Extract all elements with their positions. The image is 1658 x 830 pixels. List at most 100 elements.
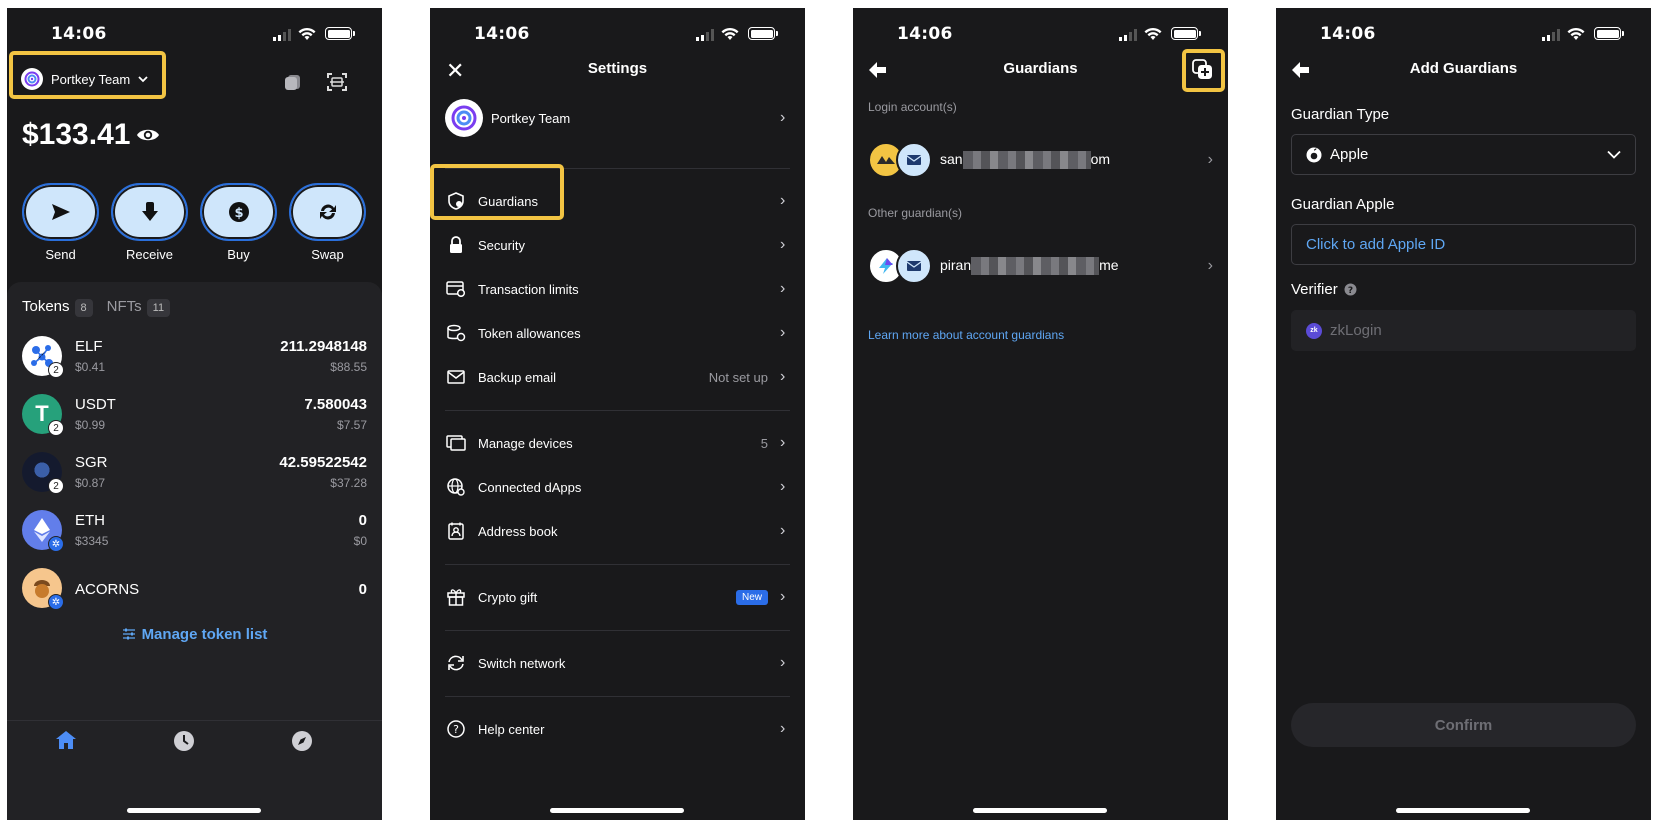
history-icon[interactable] [173, 730, 195, 752]
tab-nfts[interactable]: NFTs 11 [107, 298, 171, 317]
settings-item-label: Token allowances [478, 325, 581, 341]
settings-item-guardians[interactable]: Guardians › [445, 179, 790, 223]
settings-item-switch-network[interactable]: Switch network › [445, 641, 790, 685]
settings-item-address-book[interactable]: Address book › [445, 509, 790, 553]
svg-text:?: ? [1348, 286, 1353, 296]
buy-button[interactable]: $ Buy [200, 183, 277, 262]
chevron-right-icon: › [780, 109, 786, 126]
chain-badge: ✲ [48, 594, 64, 610]
settings-item-token-allowances[interactable]: Token allowances › [445, 311, 790, 355]
settings-item-transaction-limits[interactable]: Transaction limits › [445, 267, 790, 311]
settings-item-manage-devices[interactable]: Manage devices 5 › [445, 421, 790, 465]
guardian-type-select[interactable]: Apple [1291, 134, 1636, 175]
tokens-count-badge: 8 [74, 299, 93, 317]
copy-wallet-icon[interactable] [283, 72, 303, 92]
chevron-right-icon: › [780, 280, 786, 297]
other-guardians-header: Other guardian(s) [868, 206, 963, 220]
settings-item-security[interactable]: Security › [445, 223, 790, 267]
apple-icon [1306, 147, 1322, 162]
account-selector[interactable]: Portkey Team [21, 68, 148, 90]
zklogin-icon: zk [1306, 322, 1322, 339]
eye-icon[interactable] [136, 127, 160, 143]
token-row-elf[interactable]: 2 ELF $0.41 211.2948148 $88.55 [22, 330, 367, 390]
battery-icon [748, 27, 778, 40]
mail-icon [896, 142, 932, 178]
tab-tokens[interactable]: Tokens 8 [22, 298, 93, 317]
refresh-arrows-icon [445, 654, 467, 672]
nfts-count-badge: 11 [146, 299, 171, 317]
token-amount: 42.59522542 [279, 454, 367, 471]
devices-count: 5 [760, 435, 768, 451]
profile-row[interactable]: Portkey Team › [445, 94, 790, 142]
divider [445, 696, 790, 697]
card-settings-icon [445, 281, 467, 297]
chain-badge: ✲ [48, 536, 64, 552]
shield-icon [445, 192, 467, 210]
contact-book-icon [445, 522, 467, 540]
status-time: 14:06 [51, 24, 107, 44]
token-price: $0.41 [75, 360, 106, 374]
chevron-down-icon [138, 76, 148, 83]
chevron-right-icon: › [780, 478, 786, 495]
swap-icon [319, 204, 336, 220]
token-row-sgr[interactable]: 2 SGR $0.87 42.59522542 $37.28 [22, 446, 367, 506]
login-accounts-header: Login account(s) [868, 100, 957, 114]
verifier-value: zkLogin [1330, 322, 1382, 339]
battery-icon [1594, 27, 1624, 40]
token-price: $3345 [75, 534, 109, 548]
settings-item-label: Guardians [478, 193, 538, 209]
token-row-usdt[interactable]: T 2 USDT $0.99 7.580043 $7.57 [22, 388, 367, 448]
wifi-icon [1144, 27, 1162, 40]
confirm-button[interactable]: Confirm [1291, 703, 1636, 747]
token-row-acorns[interactable]: ✲ ACORNS 0 [22, 562, 367, 622]
buy-label: Buy [227, 247, 250, 262]
settings-item-connected-dapps[interactable]: Connected dApps › [445, 465, 790, 509]
sliders-icon [122, 628, 135, 640]
total-balance: $133.41 [22, 118, 160, 152]
settings-item-crypto-gift[interactable]: Crypto gift New › [445, 575, 790, 619]
learn-more-link[interactable]: Learn more about account guardians [868, 328, 1064, 342]
help-circle-icon: ? [445, 720, 467, 738]
add-guardian-icon[interactable] [1192, 59, 1214, 81]
tab-bar-divider [7, 720, 382, 721]
guardian-row-login[interactable]: san om › [868, 139, 1213, 181]
chevron-right-icon: › [1207, 151, 1213, 168]
help-circle-icon[interactable]: ? [1344, 283, 1357, 296]
verifier-label-row: Verifier ? [1291, 281, 1357, 298]
gift-icon [445, 588, 467, 606]
settings-item-label: Backup email [478, 369, 557, 385]
guardian-row-other[interactable]: piran me › [868, 245, 1213, 287]
send-button[interactable]: Send [22, 183, 99, 262]
home-icon[interactable] [55, 730, 77, 750]
scan-qr-icon[interactable] [327, 72, 347, 92]
token-price: $0.99 [75, 418, 106, 432]
receive-label: Receive [126, 247, 173, 262]
chevron-right-icon: › [780, 654, 786, 671]
status-bar: 14:06 [853, 8, 1228, 56]
profile-name: Portkey Team [491, 110, 571, 126]
settings-item-help-center[interactable]: ? Help center › [445, 707, 790, 751]
chevron-right-icon: › [780, 324, 786, 341]
manage-token-list-button[interactable]: Manage token list [7, 626, 382, 643]
discover-compass-icon[interactable] [291, 730, 313, 752]
status-time: 14:06 [897, 24, 953, 44]
chevron-right-icon: › [780, 236, 786, 253]
battery-icon [325, 27, 355, 40]
send-icon [51, 204, 70, 220]
backup-email-status: Not set up [708, 369, 768, 385]
token-value: $0 [353, 534, 367, 548]
token-row-eth[interactable]: ✲ ETH $3345 0 $0 [22, 504, 367, 564]
apple-id-placeholder: Click to add Apple ID [1306, 236, 1446, 253]
apple-id-field[interactable]: Click to add Apple ID [1291, 224, 1636, 265]
chevron-right-icon: › [780, 192, 786, 209]
receive-button[interactable]: Receive [111, 183, 188, 262]
chevron-right-icon: › [780, 588, 786, 605]
token-amount: 211.2948148 [280, 338, 367, 355]
guardian-apple-label: Guardian Apple [1291, 196, 1395, 213]
token-value: $7.57 [336, 418, 367, 432]
home-indicator [550, 808, 684, 813]
settings-item-backup-email[interactable]: Backup email Not set up › [445, 355, 790, 399]
swap-button[interactable]: Swap [289, 183, 366, 262]
new-badge: New [735, 589, 768, 605]
verifier-select: zk zkLogin [1291, 310, 1636, 351]
